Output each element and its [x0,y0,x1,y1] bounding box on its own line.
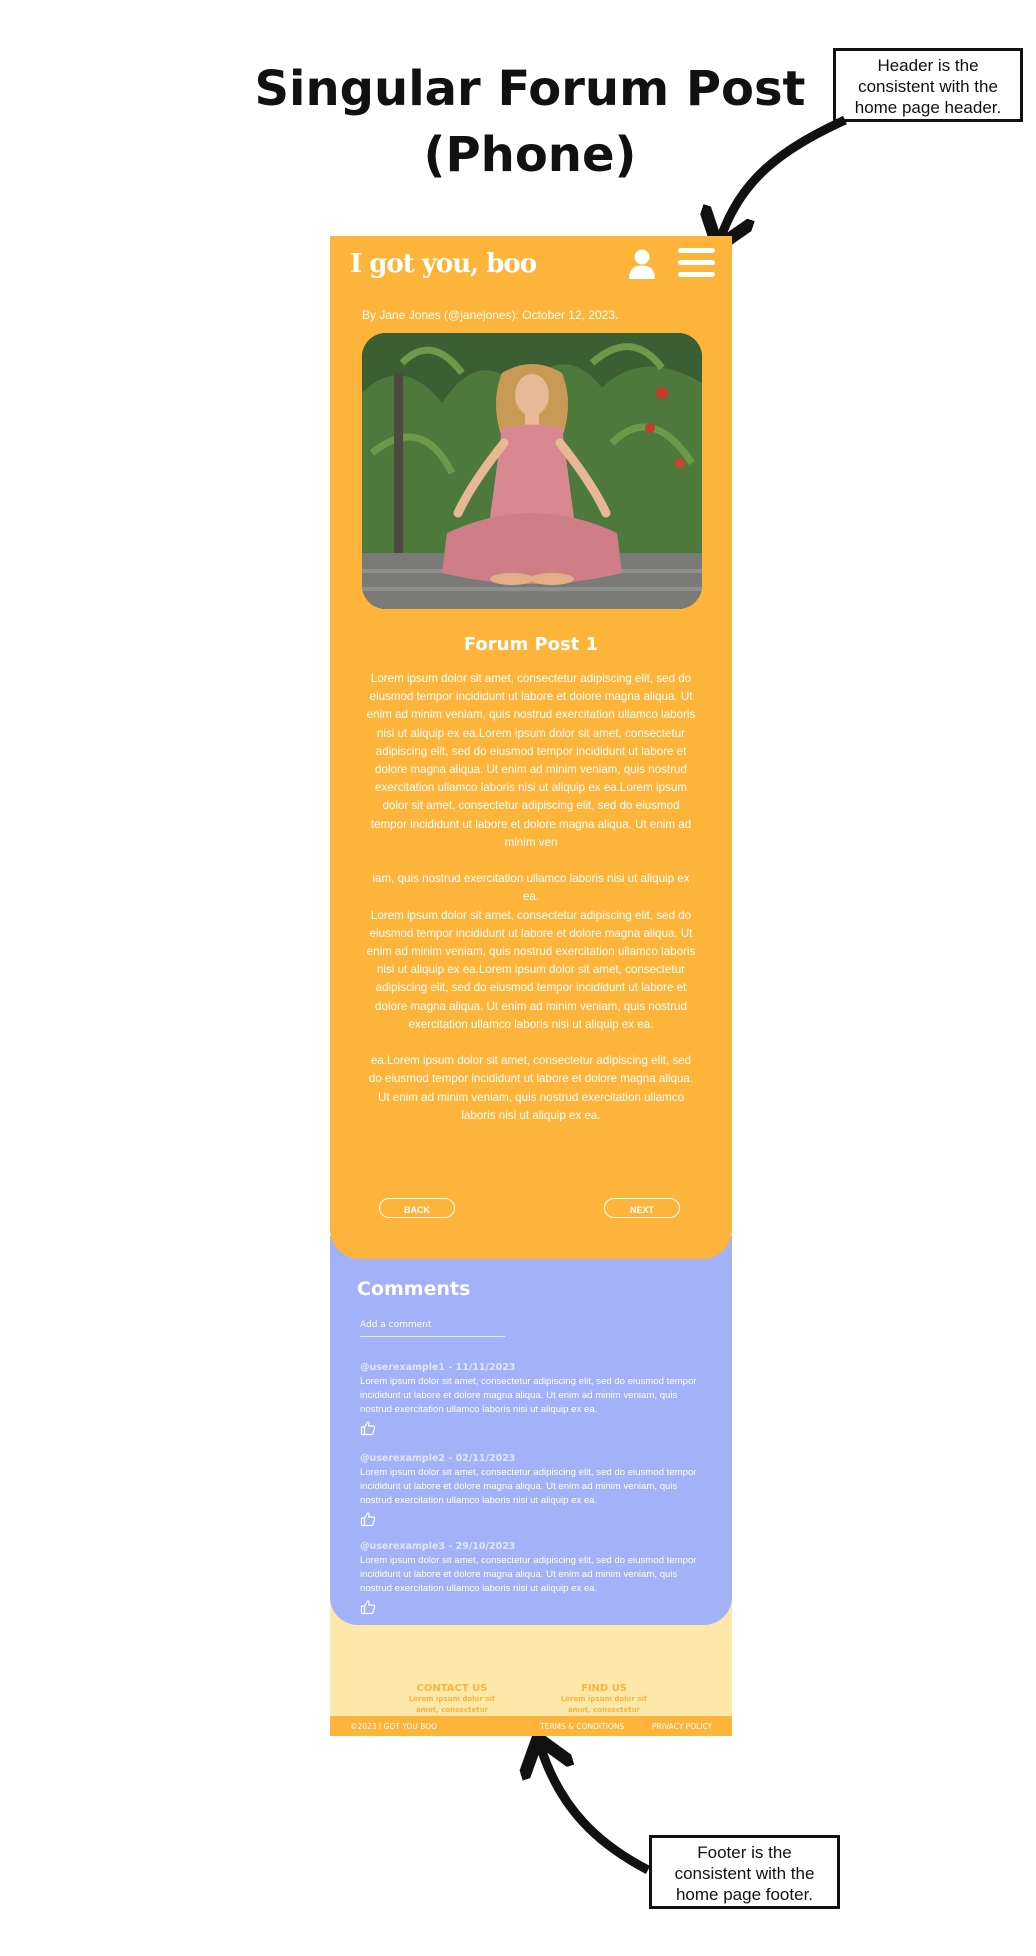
post-paragraph: iam, quis nostrud exercitation ullamco l… [366,872,696,1031]
comment-author-date: @userexample2 - 02/11/2023 [360,1453,516,1464]
hamburger-menu-icon[interactable] [678,248,715,278]
comments-section: Comments Add a comment @userexample1 - 1… [330,1236,732,1625]
footer-arrow [540,1745,651,1874]
terms-link[interactable]: TERMS & CONDITIONS [540,1722,624,1731]
post-body: Lorem ipsum dolor sit amet, consectetur … [364,670,698,1125]
back-button[interactable]: BACK [379,1198,455,1218]
copyright-text: ©2023 I GOT YOU BOO [350,1722,438,1731]
phone-mockup: I got you, boo By Jane Jones (@janejones… [330,236,732,1736]
site-logo[interactable]: I got you, boo [350,249,537,279]
post-image [362,333,702,609]
add-comment-input[interactable]: Add a comment [360,1320,505,1337]
comment-item: @userexample2 - 02/11/2023 Lorem ipsum d… [360,1453,700,1531]
comments-title: Comments [357,1278,471,1300]
post-byline: By Jane Jones (@janejones): October 12, … [362,308,619,322]
comment-author-date: @userexample3 - 29/10/2023 [360,1541,516,1552]
comment-item: @userexample1 - 11/11/2023 Lorem ipsum d… [360,1362,700,1440]
post-paragraph: Lorem ipsum dolor sit amet, consectetur … [366,672,696,849]
footer-find-title[interactable]: FIND US [554,1683,654,1694]
comment-author-date: @userexample1 - 11/11/2023 [360,1362,516,1373]
comment-item: @userexample3 - 29/10/2023 Lorem ipsum d… [360,1541,700,1619]
user-icon[interactable] [628,248,656,280]
thumbs-up-icon[interactable] [360,1420,376,1436]
privacy-link[interactable]: PRIVACY POLICY [652,1722,712,1731]
thumbs-up-icon[interactable] [360,1599,376,1615]
post-section: I got you, boo By Jane Jones (@janejones… [330,236,732,1259]
thumbs-up-icon[interactable] [360,1511,376,1527]
comment-text: Lorem ipsum dolor sit amet, consectetur … [360,1467,697,1506]
comment-text: Lorem ipsum dolor sit amet, consectetur … [360,1376,697,1415]
next-button[interactable]: NEXT [604,1198,680,1218]
header-arrow [720,115,847,240]
post-title: Forum Post 1 [463,634,599,655]
comment-text: Lorem ipsum dolor sit amet, consectetur … [360,1555,697,1594]
footer-bottom-bar: ©2023 I GOT YOU BOO TERMS & CONDITIONS P… [330,1716,732,1736]
footer-contact-title[interactable]: CONTACT US [402,1683,502,1694]
post-paragraph: ea.Lorem ipsum dolor sit amet, consectet… [368,1054,694,1122]
